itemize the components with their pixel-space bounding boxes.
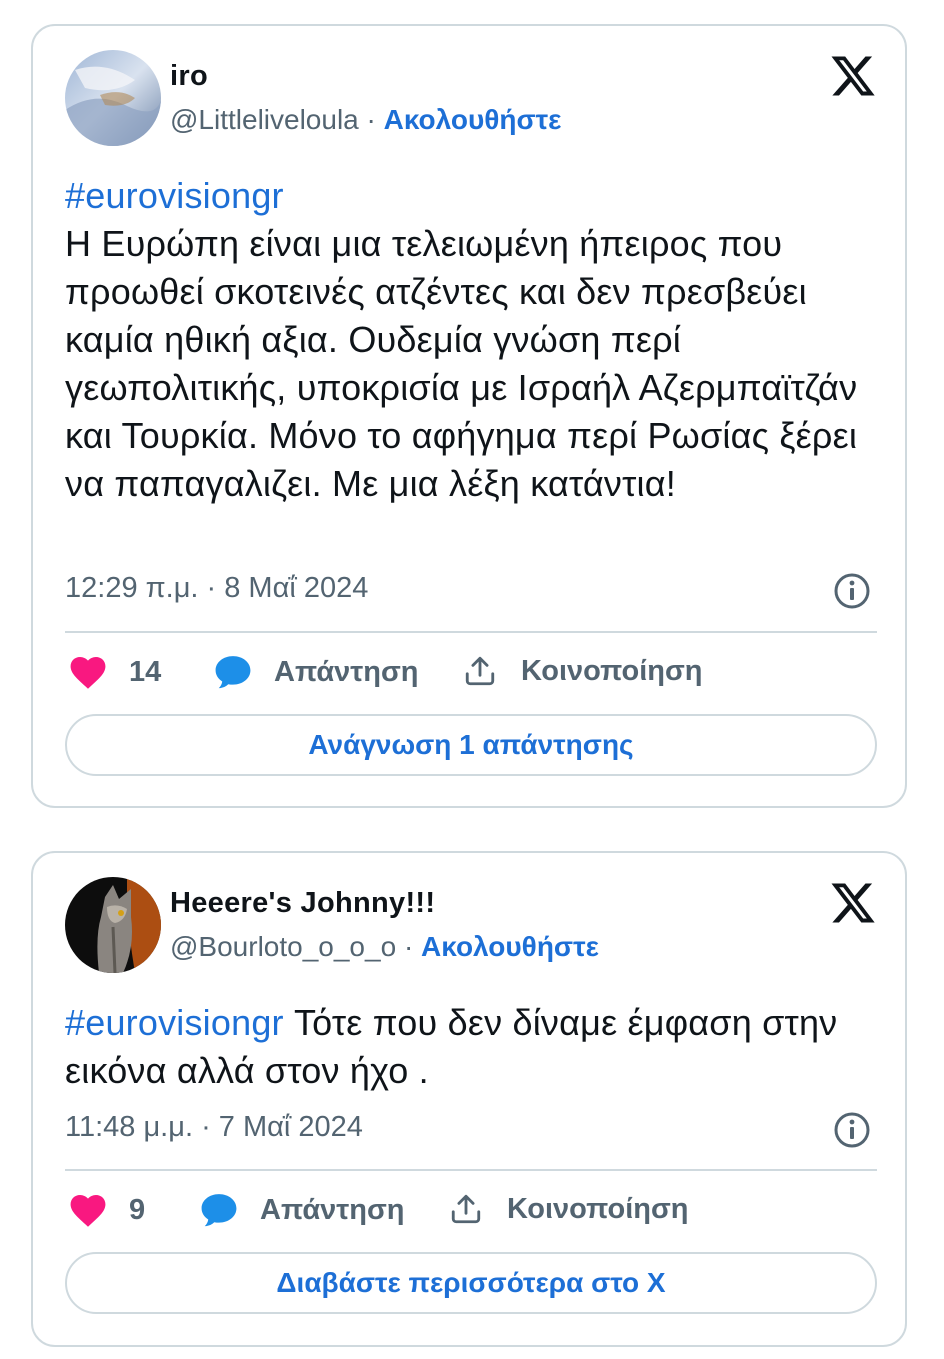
tweet-body: #eurovisiongr Τότε που δεν δίναμε έμφαση… bbox=[65, 999, 875, 1095]
avatar[interactable] bbox=[65, 877, 161, 973]
timestamp[interactable]: 12:29 π.μ. · 8 Μαΐ 2024 bbox=[65, 572, 368, 605]
like-button[interactable]: 14 bbox=[69, 654, 161, 690]
tweet-text: Η Ευρώπη είναι μια τελειωμένη ήπειρος πο… bbox=[65, 223, 858, 504]
divider bbox=[65, 631, 877, 633]
like-count: 14 bbox=[129, 655, 162, 688]
divider bbox=[65, 1169, 877, 1171]
avatar[interactable] bbox=[65, 50, 161, 146]
info-icon[interactable] bbox=[833, 572, 871, 610]
read-replies-button[interactable]: Ανάγνωση 1 απάντησης bbox=[65, 714, 877, 776]
handle-line: @Littleliveloula · Ακολουθήστε bbox=[170, 104, 561, 136]
heart-icon bbox=[70, 1194, 106, 1227]
like-count: 9 bbox=[129, 1193, 146, 1226]
share-button[interactable]: Κοινοποίηση bbox=[463, 654, 703, 688]
speech-bubble-icon bbox=[201, 1194, 237, 1227]
user-handle[interactable]: @Bourloto_o_o_o bbox=[170, 931, 396, 962]
separator-dot: · bbox=[403, 931, 414, 962]
reply-button[interactable]: Απάντηση bbox=[214, 654, 419, 690]
info-icon[interactable] bbox=[833, 1111, 871, 1149]
hashtag-link[interactable]: #eurovisiongr bbox=[65, 175, 284, 216]
share-button[interactable]: Κοινοποίηση bbox=[449, 1192, 689, 1226]
reply-button[interactable]: Απάντηση bbox=[200, 1192, 405, 1228]
x-logo-icon[interactable] bbox=[829, 879, 877, 927]
follow-button[interactable]: Ακολουθήστε bbox=[421, 931, 599, 962]
handle-line: @Bourloto_o_o_o · Ακολουθήστε bbox=[170, 931, 599, 963]
share-upload-icon bbox=[465, 656, 495, 686]
share-label: Κοινοποίηση bbox=[521, 654, 703, 687]
follow-button[interactable]: Ακολουθήστε bbox=[384, 104, 562, 135]
reply-label: Απάντηση bbox=[274, 655, 419, 688]
share-label: Κοινοποίηση bbox=[507, 1192, 689, 1225]
display-name[interactable]: Heeere's Johnny!!! bbox=[170, 887, 435, 920]
timestamp[interactable]: 11:48 μ.μ. · 7 Μαΐ 2024 bbox=[65, 1111, 363, 1144]
heart-icon bbox=[70, 656, 106, 689]
reply-label: Απάντηση bbox=[260, 1193, 405, 1226]
user-handle[interactable]: @Littleliveloula bbox=[170, 104, 359, 135]
speech-bubble-icon bbox=[215, 656, 251, 689]
tweet-card[interactable]: Heeere's Johnny!!! @Bourloto_o_o_o · Ακο… bbox=[31, 851, 907, 1347]
hashtag-link[interactable]: #eurovisiongr bbox=[65, 1002, 284, 1043]
like-button[interactable]: 9 bbox=[69, 1192, 145, 1228]
read-more-on-x-button[interactable]: Διαβάστε περισσότερα στο X bbox=[65, 1252, 877, 1314]
tweet-card[interactable]: iro @Littleliveloula · Ακολουθήστε #euro… bbox=[31, 24, 907, 808]
share-upload-icon bbox=[451, 1194, 481, 1224]
display-name[interactable]: iro bbox=[170, 60, 208, 93]
x-logo-icon[interactable] bbox=[829, 52, 877, 100]
tweet-body: #eurovisiongr Η Ευρώπη είναι μια τελειωμ… bbox=[65, 172, 875, 508]
separator-dot: · bbox=[366, 104, 376, 135]
